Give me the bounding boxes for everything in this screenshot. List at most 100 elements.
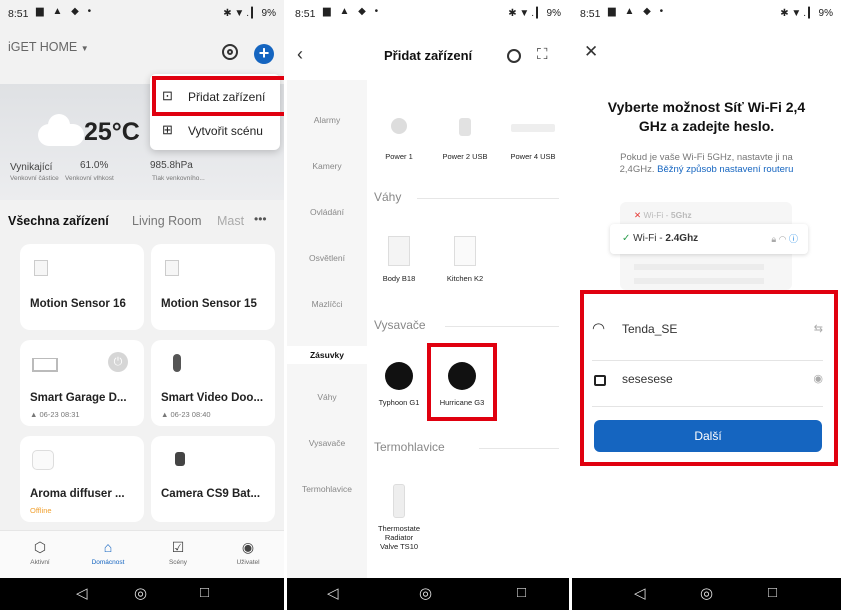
category-sockets[interactable]: Zásuvky (287, 346, 367, 364)
device-card[interactable]: Camera CS9 Bat... (151, 436, 275, 522)
good-wifi-row: ✓ Wi-Fi - 2.4Ghz 🔒︎ ◠ ⓘ (610, 224, 808, 254)
recents-icon[interactable]: □ (517, 584, 526, 601)
home-nav-icon[interactable]: ◎ (134, 584, 147, 602)
device-name: Aroma diffuser ... (30, 488, 125, 500)
tab-active[interactable]: ⬡ Aktivní (12, 539, 68, 566)
kitchen-scale-icon (454, 236, 476, 266)
create-scene-icon: ⊞ (162, 122, 173, 137)
product-name: Body B18 (382, 274, 416, 283)
home-nav-icon[interactable]: ◎ (419, 584, 432, 602)
plug-icon (391, 118, 407, 134)
bad-wifi-row: ✕ Wi-Fi - 5Ghz (634, 210, 692, 221)
tab-label: Uživatel (236, 559, 260, 566)
category-scales[interactable]: Váhy (287, 392, 367, 402)
product-name: Hurricane G3 (439, 398, 485, 407)
device-card[interactable]: Motion Sensor 16 (20, 244, 144, 330)
product-item[interactable]: Body B18 (367, 236, 431, 283)
tab-living-room[interactable]: Living Room (132, 214, 201, 228)
heading-line: Vyberte možnost Síť Wi-Fi 2,4 (607, 99, 806, 115)
product-name-line: Valve TS10 (379, 542, 419, 551)
scale-icon (388, 236, 410, 266)
recents-icon[interactable]: □ (768, 584, 777, 601)
category-controls[interactable]: Ovládání (287, 207, 367, 217)
placeholder-bar (634, 264, 764, 270)
tab-master[interactable]: Mast (217, 214, 244, 228)
close-icon[interactable]: ✕ (584, 42, 598, 62)
category-alarms[interactable]: Alarmy (287, 115, 367, 125)
qr-scan-icon[interactable]: ⛶ (537, 46, 548, 63)
device-card[interactable]: Motion Sensor 15 (151, 244, 275, 330)
router-settings-link[interactable]: Běžný způsob nastavení routeru (657, 164, 793, 175)
status-bar: 8:51 ▆ ▲ ◆ • ✱ ▼ . ▎ 9% (572, 0, 841, 26)
heading-line: GHz a zadejte heslo. (638, 118, 775, 134)
password-value: sesesese (622, 372, 673, 386)
product-item[interactable]: Power 2 USB (433, 118, 497, 161)
voice-assistant-icon[interactable] (222, 44, 238, 60)
product-name: Power 1 (385, 152, 413, 161)
tab-scenes[interactable]: ☑ Scény (150, 539, 206, 566)
chevron-down-icon: ▼ (80, 44, 89, 53)
back-icon[interactable]: ◁ (327, 584, 339, 602)
category-cameras[interactable]: Kamery (287, 161, 367, 171)
tab-home[interactable]: ⌂ Domácnost (80, 539, 136, 566)
add-menu: ⊡ Přidat zařízení ⊞ Vytvořit scénu (150, 74, 280, 150)
back-arrow-icon[interactable]: ‹ (297, 44, 303, 65)
product-name: Power 2 USB (442, 152, 488, 161)
product-name: Power 4 USB (510, 152, 556, 161)
device-card[interactable]: ⏻ Smart Garage D... ▲ 06-23 08:31 (20, 340, 144, 426)
category-pets[interactable]: Mazlíčci (287, 299, 367, 309)
notification-icons: ▆ ▲ ◆ • (36, 6, 95, 17)
robot-vacuum-icon (385, 362, 413, 390)
divider (592, 406, 823, 407)
device-card[interactable]: Smart Video Doo... ▲ 06-23 08:40 (151, 340, 275, 426)
back-icon[interactable]: ◁ (634, 584, 646, 602)
wifi-illustration: ✕ Wi-Fi - 5Ghz ✓ Wi-Fi - 2.4Ghz 🔒︎ ◠ ⓘ (610, 202, 808, 290)
device-card[interactable]: Aroma diffuser ... Offline (20, 436, 144, 522)
more-icon[interactable]: ••• (254, 212, 267, 226)
wifi-info: Pokud je vaše Wi-Fi 5GHz, nastavte ji na… (572, 152, 841, 176)
wifi-band: 2.4Ghz (665, 233, 699, 244)
system-nav-bar: ◁ ◎ □ (287, 578, 569, 610)
next-button[interactable]: Další (594, 420, 822, 452)
tab-user[interactable]: ◉ Uživatel (220, 539, 276, 566)
eye-icon[interactable]: ◉ (813, 372, 823, 385)
home-nav-icon[interactable]: ◎ (700, 584, 713, 602)
section-thermo: Termohlavice (374, 440, 445, 454)
product-item[interactable]: Hurricane G3 (430, 362, 494, 407)
product-item[interactable]: Power 4 USB (501, 118, 565, 161)
switch-network-icon[interactable]: ⇆ (814, 322, 823, 335)
device-name: Motion Sensor 16 (30, 298, 126, 310)
product-name-line: Radiator (384, 533, 414, 542)
tab-all-devices[interactable]: Všechna zařízení (8, 214, 109, 228)
user-icon: ◉ (241, 539, 255, 555)
notification-icons: ▆ ▲ ◆ • (323, 6, 382, 17)
power-icon[interactable]: ⏻ (108, 352, 128, 372)
wifi-label: Wi-Fi - (633, 233, 666, 244)
home-selector[interactable]: iGET HOME ▼ (8, 40, 89, 54)
humidity-label: Venkovní vlhkost (65, 175, 114, 182)
product-item[interactable]: Power 1 (367, 118, 431, 161)
motion-sensor-icon (34, 260, 48, 276)
product-item[interactable]: Thermostate Radiator Valve TS10 (367, 484, 431, 551)
back-icon[interactable]: ◁ (76, 584, 88, 602)
status-bar: 8:51 ▆ ▲ ◆ • ✱ ▼ . ▎ 9% (287, 0, 569, 26)
category-lighting[interactable]: Osvětlení (287, 253, 367, 263)
add-device-menu-item[interactable]: Přidat zařízení (188, 90, 265, 104)
category-thermo[interactable]: Termohlavice (287, 484, 367, 494)
product-item[interactable]: Kitchen K2 (433, 236, 497, 283)
recents-icon[interactable]: □ (200, 584, 209, 601)
create-scene-menu-item[interactable]: Vytvořit scénu (188, 124, 263, 138)
product-item[interactable]: Typhoon G1 (367, 362, 431, 407)
category-vacuums[interactable]: Vysavače (287, 438, 367, 448)
info-icon: ⓘ (788, 234, 798, 244)
add-icon[interactable]: + (254, 44, 274, 64)
placeholder-bar (634, 278, 764, 284)
add-device-screen: 8:51 ▆ ▲ ◆ • ✱ ▼ . ▎ 9% ‹ Přidat zařízen… (287, 0, 569, 610)
check-icon: ✓ (622, 233, 631, 244)
category-sidebar (287, 80, 367, 580)
scan-nearby-icon[interactable] (507, 49, 521, 63)
humidity: 61.0% (80, 160, 109, 171)
status-bar: 8:51 ▆ ▲ ◆ • ✱ ▼ . ▎ 9% (0, 0, 284, 26)
wifi-label: Wi-Fi - (643, 210, 671, 220)
ssid-value: Tenda_SE (622, 322, 678, 336)
